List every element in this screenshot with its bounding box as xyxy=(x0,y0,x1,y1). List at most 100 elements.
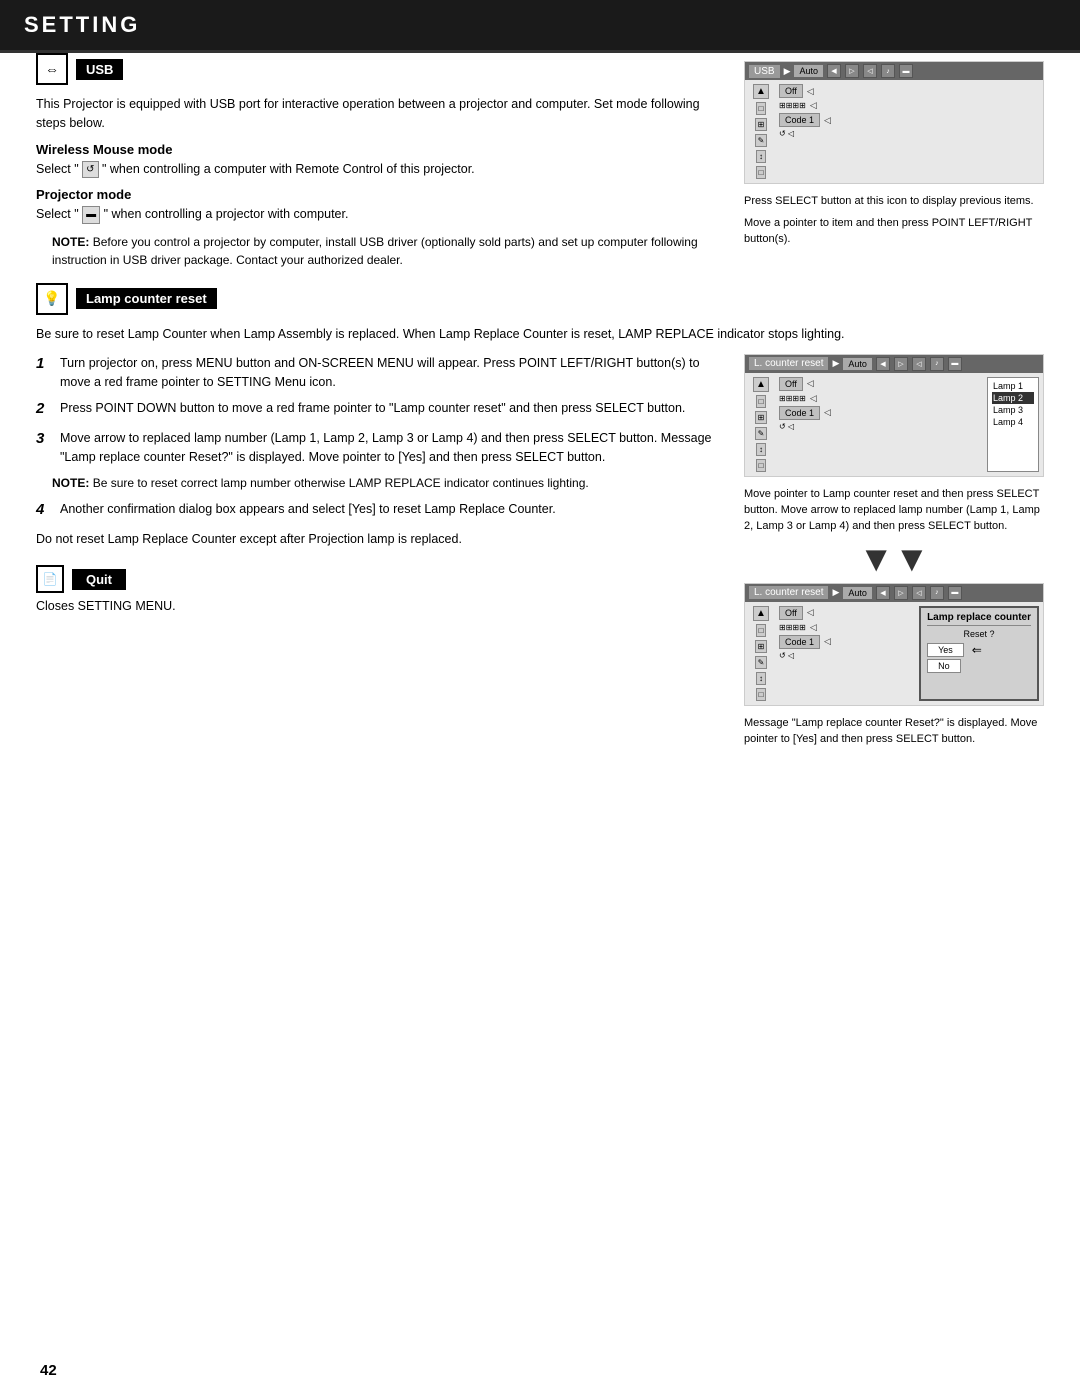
step1-text: Turn projector on, press MENU button and… xyxy=(60,354,720,392)
usb-menu-items: Off ◁ ⊞⊞⊞⊞ ◁ Code 1 ◁ xyxy=(779,84,1039,179)
lamp-dialog-no-row: No xyxy=(927,659,1031,673)
lm1-dots: ⊞⊞⊞⊞ ◁ xyxy=(779,393,981,404)
lamp-dialog-no: No xyxy=(927,659,961,673)
usb-extra: ↺ ◁ xyxy=(779,129,794,138)
quit-text: Closes SETTING MENU. xyxy=(36,597,720,616)
usb-ctrl5: ▬ xyxy=(899,64,913,78)
lm1-s3: ⊞ xyxy=(755,411,768,424)
step3-note: NOTE: Be sure to reset correct lamp numb… xyxy=(52,474,720,492)
lm1-off-arr: ◁ xyxy=(807,378,814,389)
lamp-left: 1 Turn projector on, press MENU button a… xyxy=(36,354,720,748)
lamp-m2-auto: Auto xyxy=(843,587,872,599)
lamp-step-2: 2 Press POINT DOWN button to move a red … xyxy=(36,399,720,421)
lm1-s1: ▲ xyxy=(753,377,769,392)
usb-code-row: Code 1 ◁ xyxy=(779,113,1039,127)
lamp-mockup2: L. counter reset ▶ Auto ◀ ▷ ◁ ♪ ▬ ▲ xyxy=(744,583,1044,706)
page-number: 42 xyxy=(40,1362,57,1379)
usb-right: USB ▶ Auto ◀ ▷ ◁ ♪ ▬ ▲ □ ⊞ ✎ xyxy=(744,53,1044,273)
lamp-step-4: 4 Another confirmation dialog box appear… xyxy=(36,500,720,522)
usb-dots-arrow: ◁ xyxy=(810,100,817,111)
usb-off: Off xyxy=(779,84,803,98)
lm1-code-btn: Code 1 xyxy=(779,406,820,420)
page-header: SETTING xyxy=(0,0,1080,50)
step2-num: 2 xyxy=(36,398,52,421)
lamp-mockup1-body: ▲ □ ⊞ ✎ ↕ □ Off ◁ xyxy=(745,373,1043,476)
usb-off-row: Off ◁ xyxy=(779,84,1039,98)
lamp-m1-ctrl2: ▷ xyxy=(894,357,908,371)
lm1-s4: ✎ xyxy=(755,427,768,440)
quit-icon-glyph: 📄 xyxy=(43,572,58,586)
lamp-label: Lamp counter reset xyxy=(76,288,217,309)
proj-icon: ▬ xyxy=(82,206,100,224)
step3-note-label: NOTE: xyxy=(52,476,89,490)
usb-extra-row: ↺ ◁ xyxy=(779,129,1039,138)
lm1-dots-arr: ◁ xyxy=(810,393,817,404)
lm2-off-arr: ◁ xyxy=(807,607,814,618)
lamp-m2-caption: Message "Lamp replace counter Reset?" is… xyxy=(744,716,1044,748)
lm2-extra: ↺ ◁ xyxy=(779,651,913,660)
lm1-code: Code 1 ◁ xyxy=(779,406,981,420)
lamp-dialog-yes-arrow: ⇐ xyxy=(972,643,982,657)
side-icon-6: □ xyxy=(756,166,767,179)
wireless-mouse-text: Select " ↺ " when controlling a computer… xyxy=(36,160,720,179)
lamp-dialog-title: Lamp replace counter xyxy=(927,612,1031,626)
usb-caption2: Move a pointer to item and then press PO… xyxy=(744,216,1044,248)
lm2-extra-val: ↺ ◁ xyxy=(779,651,794,660)
lamp-section: 💡 Lamp counter reset Be sure to reset La… xyxy=(36,283,1044,748)
lamp-m2-arrow: ▶ xyxy=(832,587,839,598)
lamp-icon-glyph: 💡 xyxy=(43,290,60,307)
lamp-dialog-yes: Yes xyxy=(927,643,964,657)
usb-mockup-body: ▲ □ ⊞ ✎ ↕ □ Off ◁ xyxy=(745,80,1043,183)
lamp-mockup2-header: L. counter reset ▶ Auto ◀ ▷ ◁ ♪ ▬ xyxy=(745,584,1043,602)
usb-dots-row: ⊞⊞⊞⊞ ◁ xyxy=(779,100,1039,111)
step3-num: 3 xyxy=(36,428,52,467)
lamp-item-1: Lamp 1 xyxy=(992,380,1034,392)
usb-dots: ⊞⊞⊞⊞ xyxy=(779,101,806,110)
lm1-s6: □ xyxy=(756,459,767,472)
lm2-s3: ⊞ xyxy=(755,640,768,653)
usb-ctrl2: ▷ xyxy=(845,64,859,78)
wireless-mouse-heading: Wireless Mouse mode xyxy=(36,142,720,157)
usb-code-arrow: ◁ xyxy=(824,115,831,126)
side-icon-2: □ xyxy=(756,102,767,115)
lm2-s4: ✎ xyxy=(755,656,768,669)
projector-mode-text: Select " ▬ " when controlling a projecto… xyxy=(36,205,720,224)
usb-icon-row: ⇔ USB xyxy=(36,53,720,85)
side-icon-1: ▲ xyxy=(753,84,769,99)
usb-mockup-header: USB ▶ Auto ◀ ▷ ◁ ♪ ▬ xyxy=(745,62,1043,80)
usb-mockup-title: USB xyxy=(749,65,780,78)
lm2-s6: □ xyxy=(756,688,767,701)
lm2-off: Off ◁ xyxy=(779,606,913,620)
lamp-m1-caption: Move pointer to Lamp counter reset and t… xyxy=(744,487,1044,535)
lamp-m1-menu: Off ◁ ⊞⊞⊞⊞ ◁ Code 1 ◁ xyxy=(779,377,981,472)
usb-mockup: USB ▶ Auto ◀ ▷ ◁ ♪ ▬ ▲ □ ⊞ ✎ xyxy=(744,61,1044,184)
quit-icon: 📄 xyxy=(36,565,64,593)
lamp-dialog: Lamp replace counter Reset ? Yes ⇐ No xyxy=(919,606,1039,701)
lm2-s5: ↕ xyxy=(756,672,766,685)
lm2-off-btn: Off xyxy=(779,606,803,620)
lamp-m2-inner: ▲ □ ⊞ ✎ ↕ □ Off ◁ xyxy=(749,606,1039,701)
lamp-section-inner: 1 Turn projector on, press MENU button a… xyxy=(36,354,1044,748)
usb-section: ⇔ USB This Projector is equipped with US… xyxy=(36,53,1044,273)
lamp-m2-caption-text: Message "Lamp replace counter Reset?" is… xyxy=(744,717,1037,745)
lm2-dots-val: ⊞⊞⊞⊞ xyxy=(779,623,806,632)
lamp-step4-list: 4 Another confirmation dialog box appear… xyxy=(36,500,720,522)
usb-code: Code 1 xyxy=(779,113,820,127)
lamp-m1-ctrl5: ▬ xyxy=(948,357,962,371)
lamp-step-1: 1 Turn projector on, press MENU button a… xyxy=(36,354,720,392)
lamp-mockup1-title: L. counter reset xyxy=(749,357,828,370)
side-icon-4: ✎ xyxy=(755,134,768,147)
lm2-s1: ▲ xyxy=(753,606,769,621)
step2-text: Press POINT DOWN button to move a red fr… xyxy=(60,399,720,421)
lamp-item-3: Lamp 3 xyxy=(992,404,1034,416)
lamp-m1-ctrl3: ◁ xyxy=(912,357,926,371)
usb-auto: Auto xyxy=(794,65,823,77)
lamp-m1-caption-text: Move pointer to Lamp counter reset and t… xyxy=(744,488,1040,532)
quit-row: 📄 Quit xyxy=(36,565,720,593)
lamp-m2-ctrl4: ♪ xyxy=(930,586,944,600)
lamp-m1-ctrl4: ♪ xyxy=(930,357,944,371)
quit-label: Quit xyxy=(72,569,126,590)
lm1-s2: □ xyxy=(756,395,767,408)
lm1-extra-val: ↺ ◁ xyxy=(779,422,794,431)
lamp-item-4: Lamp 4 xyxy=(992,416,1034,428)
